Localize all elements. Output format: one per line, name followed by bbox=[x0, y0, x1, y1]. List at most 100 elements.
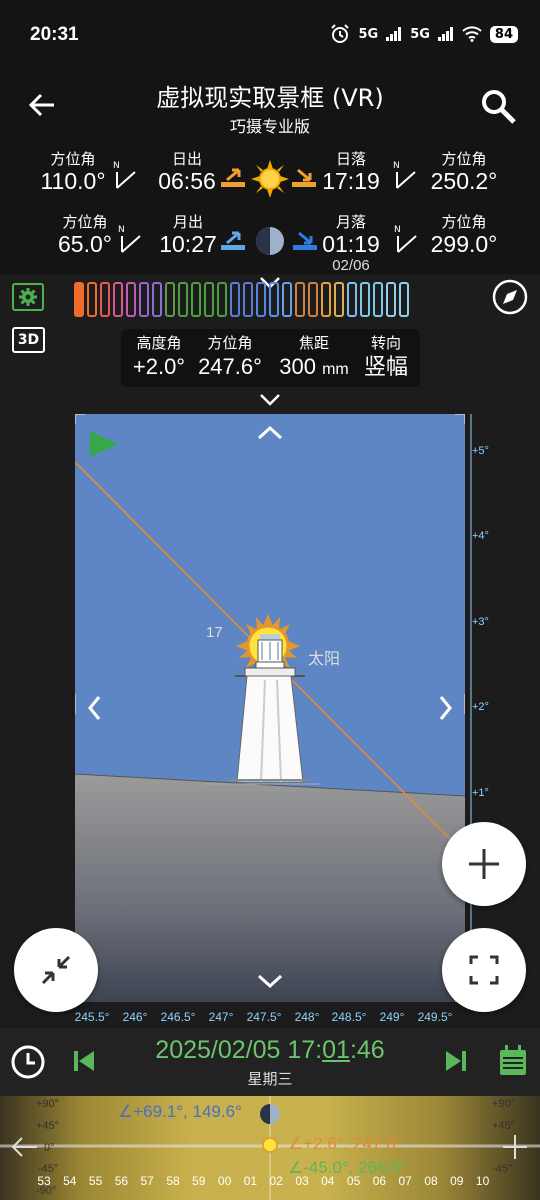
altitude-tick: +1° bbox=[472, 787, 489, 799]
colorbar-segment bbox=[204, 282, 214, 317]
moon-set-azimuth-value: 299.0° bbox=[430, 231, 498, 257]
signal-icon-2 bbox=[437, 27, 453, 41]
colorbar-segment bbox=[256, 282, 266, 317]
colorbar-segment bbox=[74, 282, 84, 317]
focal-readout: 焦距 300 mm bbox=[269, 333, 359, 384]
moon-rise-azimuth-value: 65.0° bbox=[58, 231, 112, 257]
page-subtitle: 巧摄专业版 bbox=[229, 117, 310, 136]
altitude-tick: +2° bbox=[472, 701, 489, 713]
collapse-button[interactable] bbox=[14, 928, 98, 1012]
altitude-tick: +3° bbox=[472, 616, 489, 628]
altitude-readout: 高度角 +2.0° bbox=[129, 333, 189, 381]
svg-text:N: N bbox=[394, 225, 401, 235]
colorbar-segment bbox=[308, 282, 318, 317]
colorbar-segment bbox=[230, 282, 240, 317]
sunrise-time: 日出 06:56 bbox=[153, 150, 221, 194]
fullscreen-button[interactable] bbox=[442, 928, 526, 1012]
scene-canvas: 17 太阳 bbox=[75, 414, 465, 1002]
pan-up-icon[interactable] bbox=[257, 425, 283, 440]
status-time: 20:31 bbox=[30, 24, 79, 45]
azimuth-icon: N bbox=[394, 225, 417, 253]
moonset-value: 01:19 bbox=[322, 231, 380, 257]
timeline-tick: 59 bbox=[192, 1174, 206, 1188]
timeline-tick: 05 bbox=[346, 1174, 361, 1188]
moon-phase-icon bbox=[256, 227, 284, 255]
sunset-value: 17:19 bbox=[322, 168, 380, 194]
timeline-tick: 55 bbox=[88, 1174, 103, 1188]
signal-icon bbox=[386, 27, 402, 41]
battery-indicator: 84 bbox=[489, 25, 518, 43]
timeline-scrubber[interactable]: +90° +45° 0° -45° -90° +90° +45° -45° ∠+… bbox=[0, 1096, 540, 1200]
datetime-suffix: :46 bbox=[349, 1036, 385, 1064]
alarm-icon bbox=[331, 24, 350, 43]
sun-rise-azimuth: 方位角 110.0° bbox=[38, 150, 108, 194]
svg-text:N: N bbox=[118, 225, 125, 235]
skip-forward-icon[interactable] bbox=[444, 1049, 468, 1073]
colorbar-segment bbox=[165, 282, 175, 317]
timeline-tick: 53 bbox=[37, 1174, 51, 1188]
timeline-back-icon[interactable] bbox=[10, 1132, 40, 1162]
timeline-tick: 56 bbox=[114, 1174, 129, 1188]
hour-marker-label: 17 bbox=[206, 624, 223, 641]
compass-icon[interactable] bbox=[492, 279, 528, 315]
timeline-tick: 00 bbox=[217, 1174, 232, 1188]
colorbar-segment bbox=[217, 282, 227, 317]
svg-text:N: N bbox=[393, 161, 400, 171]
timeline-tick: 03 bbox=[295, 1174, 309, 1188]
focal-unit: mm bbox=[322, 361, 349, 378]
app-header: 虚拟现实取景框 (VR) 巧摄专业版 bbox=[0, 70, 540, 140]
azimuth-tick: 245.5° bbox=[74, 1010, 110, 1024]
azimuth-value: 247.6° bbox=[198, 354, 262, 379]
altitude-tick: +4° bbox=[472, 530, 489, 542]
play-icon[interactable] bbox=[90, 431, 118, 457]
focal-value: 300 bbox=[279, 354, 316, 379]
time-bar: 2025/02/05 17:01:46 星期三 bbox=[0, 1028, 540, 1096]
timeline-tick: 54 bbox=[63, 1174, 77, 1188]
search-icon[interactable] bbox=[478, 86, 518, 126]
vr-viewport[interactable]: 17 太阳 bbox=[75, 414, 465, 1002]
settings-button[interactable] bbox=[12, 283, 44, 311]
colorbar-segment bbox=[139, 282, 149, 317]
calendar-icon[interactable] bbox=[498, 1045, 528, 1077]
signal-5g-label-2: 5G bbox=[410, 26, 430, 42]
datetime-minute[interactable]: 01 bbox=[322, 1036, 350, 1064]
status-bar: 20:31 5G 5G 84 bbox=[0, 0, 540, 70]
colorbar-segment bbox=[191, 282, 201, 317]
altitude-scale: +5° +4° +3° +2° +1° bbox=[470, 414, 500, 1002]
azimuth-tick: 248° bbox=[294, 1010, 320, 1024]
colorbar-segment bbox=[334, 282, 344, 317]
sun-position-readout: ∠+2.6°, 247.6° bbox=[288, 1134, 403, 1153]
azimuth-scale: 245.5° 246° 246.5° 247° 247.5° 248° 248.… bbox=[75, 1004, 465, 1026]
orientation-label: 转向 bbox=[370, 334, 401, 352]
azimuth-icon: N bbox=[113, 161, 136, 189]
moon-rise-azimuth: 方位角 65.0° bbox=[52, 213, 118, 257]
altitude-value: +2.0° bbox=[132, 354, 186, 379]
chevron-down-icon[interactable] bbox=[259, 393, 281, 407]
timeline-tick: 04 bbox=[321, 1174, 335, 1188]
focal-label: 焦距 bbox=[298, 334, 329, 352]
3d-toggle-button[interactable]: 3D bbox=[12, 327, 45, 353]
pan-right-icon[interactable] bbox=[439, 696, 452, 720]
sun-set-azimuth-value: 250.2° bbox=[430, 168, 498, 194]
pan-left-icon[interactable] bbox=[88, 696, 101, 720]
colorbar-segment bbox=[399, 282, 409, 317]
moon-marker-icon bbox=[260, 1104, 280, 1124]
sunrise-arrow-icon bbox=[221, 168, 245, 187]
ground bbox=[75, 774, 465, 1002]
light-phase-colorbar[interactable] bbox=[74, 282, 409, 317]
plus-icon bbox=[469, 849, 499, 879]
sunset-arrow-icon bbox=[292, 168, 316, 187]
moon-rise-azimuth-label: 方位角 bbox=[62, 213, 108, 231]
colorbar-segment bbox=[178, 282, 188, 317]
signal-5g-label: 5G bbox=[358, 26, 379, 42]
moonrise-arrow-icon bbox=[221, 231, 245, 250]
camera-readout: 高度角 +2.0° 方位角 247.6° 焦距 300 mm 转向 竖幅 bbox=[121, 329, 420, 387]
sunrise-value: 06:56 bbox=[158, 168, 216, 194]
timeline-alt-label: 0° bbox=[44, 1142, 55, 1154]
timeline-add-icon[interactable] bbox=[500, 1132, 530, 1162]
page-title: 虚拟现实取景框 (VR) bbox=[156, 84, 384, 112]
orientation-value[interactable]: 竖幅 bbox=[357, 353, 415, 381]
zoom-in-button[interactable] bbox=[442, 822, 526, 906]
sun-icon bbox=[251, 160, 289, 198]
colorbar-segment bbox=[126, 282, 136, 317]
